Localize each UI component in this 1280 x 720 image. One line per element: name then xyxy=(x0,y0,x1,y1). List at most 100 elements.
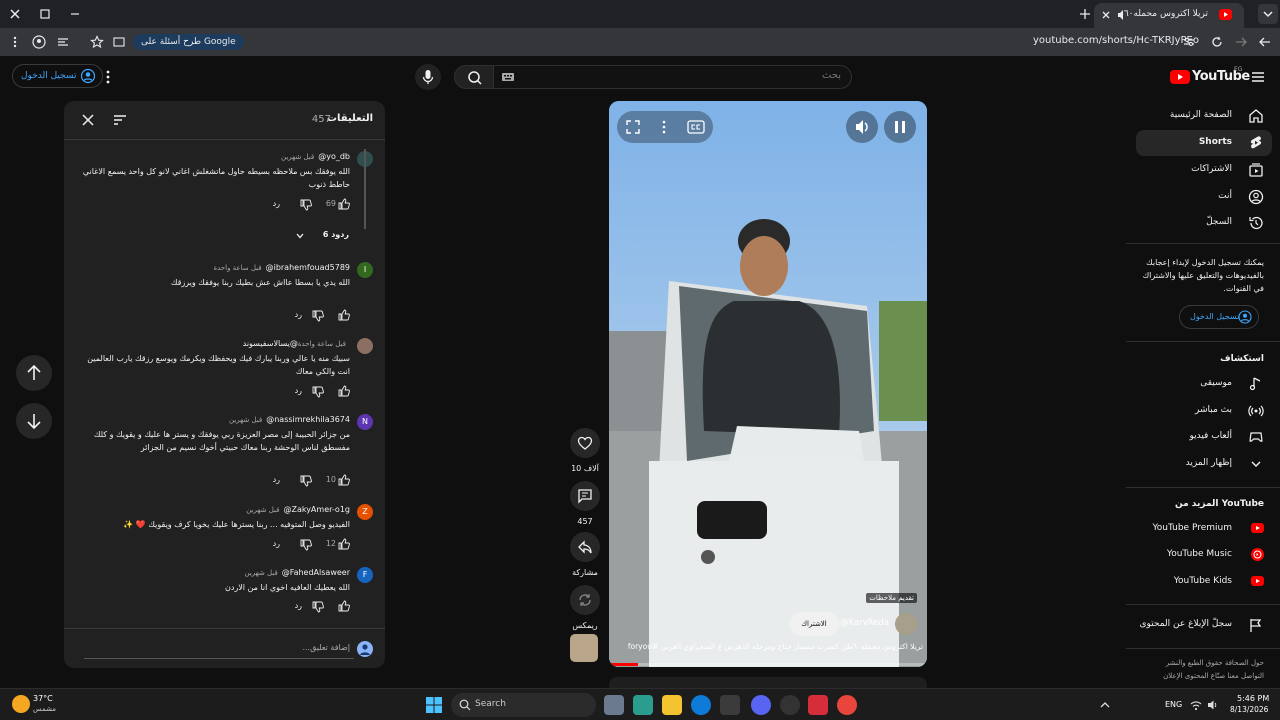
avatar[interactable]: Z xyxy=(357,504,373,520)
comment-author[interactable]: قبل ساعة واحدة @ibrahemfouad5789 xyxy=(213,263,350,272)
sidebar-signin-button[interactable]: تسجيل الدخول xyxy=(1179,305,1259,329)
signin-button[interactable]: تسجيل الدخول xyxy=(12,64,104,88)
taskbar-search[interactable]: Search xyxy=(451,693,596,717)
search-box[interactable] xyxy=(494,65,852,89)
close-icon[interactable] xyxy=(80,112,96,128)
chevron-up-icon[interactable] xyxy=(1099,699,1111,711)
youtube-logo[interactable]: YouTube EG xyxy=(1168,66,1250,86)
captions-icon[interactable] xyxy=(687,120,705,134)
volume-icon[interactable] xyxy=(1207,699,1219,711)
comment-author[interactable]: قبل شهرين @FahedAlsaweer xyxy=(245,568,351,577)
file-explorer-icon[interactable] xyxy=(662,695,682,715)
more-options-icon[interactable] xyxy=(659,119,669,135)
clock-time[interactable]: 5:46 PM xyxy=(1237,694,1269,703)
discord-icon[interactable] xyxy=(751,695,771,715)
edge-icon[interactable] xyxy=(691,695,711,715)
close-tab-icon[interactable] xyxy=(1100,9,1112,21)
install-app-icon[interactable] xyxy=(112,35,126,49)
feedback-badge[interactable]: تقديم ملاحظات xyxy=(866,593,917,603)
close-window-icon[interactable] xyxy=(8,7,22,21)
reply-button[interactable]: رد xyxy=(273,539,280,548)
add-comment-input[interactable]: إضافة تعليق... xyxy=(84,639,354,659)
sidebar-report-history[interactable]: سجلّ الإبلاغ عن المحتوى xyxy=(1136,612,1272,638)
dislike-icon[interactable] xyxy=(312,310,324,322)
remix-button[interactable] xyxy=(570,585,600,615)
avatar[interactable]: N xyxy=(357,414,373,430)
dislike-icon[interactable] xyxy=(312,386,324,398)
weather-icon[interactable] xyxy=(12,695,30,713)
tab-search-icon[interactable] xyxy=(1258,4,1278,24)
subscribe-button[interactable]: الاشتراك xyxy=(789,612,839,636)
sort-icon[interactable] xyxy=(112,112,128,128)
like-icon[interactable] xyxy=(338,600,350,612)
sidebar-item-shorts[interactable]: Shorts xyxy=(1136,130,1272,156)
dislike-icon[interactable] xyxy=(300,539,312,551)
clock-date[interactable]: 8/13/2026 xyxy=(1230,705,1268,714)
voice-search-button[interactable] xyxy=(415,64,441,90)
like-icon[interactable] xyxy=(338,198,350,210)
comments-button[interactable] xyxy=(570,481,600,511)
fullscreen-icon[interactable] xyxy=(625,119,641,135)
app-icon[interactable] xyxy=(633,695,653,715)
channel-name[interactable]: @KarvReda xyxy=(840,618,889,628)
search-input[interactable] xyxy=(561,70,841,81)
task-view-icon[interactable] xyxy=(604,695,624,715)
share-button[interactable] xyxy=(570,532,600,562)
chrome-icon[interactable] xyxy=(837,695,857,715)
reply-button[interactable]: رد xyxy=(295,386,302,395)
like-action[interactable]: 10 آلاف xyxy=(569,428,601,473)
video-title[interactable]: تريلا اكتروس محمله٦٠طن كسرت مسمار جناح و… xyxy=(623,642,923,651)
reply-button[interactable]: رد xyxy=(295,310,302,319)
bookmark-star-icon[interactable] xyxy=(90,35,104,49)
maximize-icon[interactable] xyxy=(38,7,52,21)
hamburger-menu-icon[interactable] xyxy=(1250,69,1266,85)
video-progress-bar[interactable] xyxy=(609,663,927,666)
like-icon[interactable] xyxy=(338,538,350,550)
previous-video-button[interactable] xyxy=(16,355,52,391)
forward-icon[interactable] xyxy=(1234,35,1248,49)
site-settings-icon[interactable] xyxy=(1182,35,1196,49)
dislike-icon[interactable] xyxy=(312,601,324,613)
like-icon[interactable] xyxy=(338,474,350,486)
next-video-preview[interactable] xyxy=(609,677,927,688)
reload-icon[interactable] xyxy=(1210,35,1224,49)
next-video-button[interactable] xyxy=(16,403,52,439)
sidebar-item-music[interactable]: موسيقى xyxy=(1136,371,1272,397)
channel-avatar[interactable] xyxy=(895,613,917,635)
address-bar-url[interactable]: youtube.com/shorts/Hc-TKRJyPEo xyxy=(1033,35,1199,46)
mute-button[interactable] xyxy=(846,111,878,143)
sidebar-item-premium[interactable]: YouTube Premium xyxy=(1136,516,1272,542)
sidebar-item-music-app[interactable]: YouTube Music xyxy=(1136,542,1272,568)
comment-author[interactable]: قبل ساعة واحدة@يسالاسفيسوند xyxy=(243,339,350,348)
reading-list-icon[interactable] xyxy=(56,35,70,49)
sidebar-item-live[interactable]: بث مباشر xyxy=(1136,398,1272,424)
share-action[interactable]: مشاركة xyxy=(569,532,601,577)
keyboard-icon[interactable] xyxy=(501,71,515,83)
footer-links[interactable]: التواصل معنا صنّاع المحتوى الإعلان xyxy=(1163,672,1264,680)
reply-button[interactable]: رد xyxy=(273,475,280,484)
store-icon[interactable] xyxy=(720,695,740,715)
app-icon[interactable] xyxy=(780,695,800,715)
like-button[interactable] xyxy=(570,428,600,458)
sidebar-show-more[interactable]: إظهار المزيد xyxy=(1136,451,1272,477)
avatar[interactable] xyxy=(357,338,373,354)
language-indicator[interactable]: ENG xyxy=(1165,700,1182,709)
footer-links[interactable]: حول الصحافة حقوق الطبع والنشر xyxy=(1166,659,1264,667)
pause-button[interactable] xyxy=(884,111,916,143)
sidebar-item-you[interactable]: أنت xyxy=(1136,184,1272,210)
wifi-icon[interactable] xyxy=(1190,699,1202,711)
new-tab-icon[interactable] xyxy=(1078,7,1092,21)
reply-button[interactable]: رد xyxy=(273,199,280,208)
reply-button[interactable]: رد xyxy=(295,601,302,610)
sidebar-item-kids[interactable]: YouTube Kids xyxy=(1136,569,1272,595)
dislike-icon[interactable] xyxy=(300,475,312,487)
sidebar-item-gaming[interactable]: ألعاب فيديو xyxy=(1136,424,1272,450)
view-replies-button[interactable]: 6 ردود xyxy=(289,229,349,243)
search-button[interactable] xyxy=(454,65,494,89)
comment-author[interactable]: قبل شهرين @yo_db xyxy=(281,152,350,161)
comment-author[interactable]: قبل شهرين @nassimrekhila3674 xyxy=(229,415,350,424)
shorts-video-player[interactable]: تقديم ملاحظات @KarvReda الاشتراك تريلا ا… xyxy=(609,101,927,667)
profile-icon[interactable] xyxy=(32,35,46,49)
dislike-icon[interactable] xyxy=(300,199,312,211)
avatar[interactable]: I xyxy=(357,262,373,278)
